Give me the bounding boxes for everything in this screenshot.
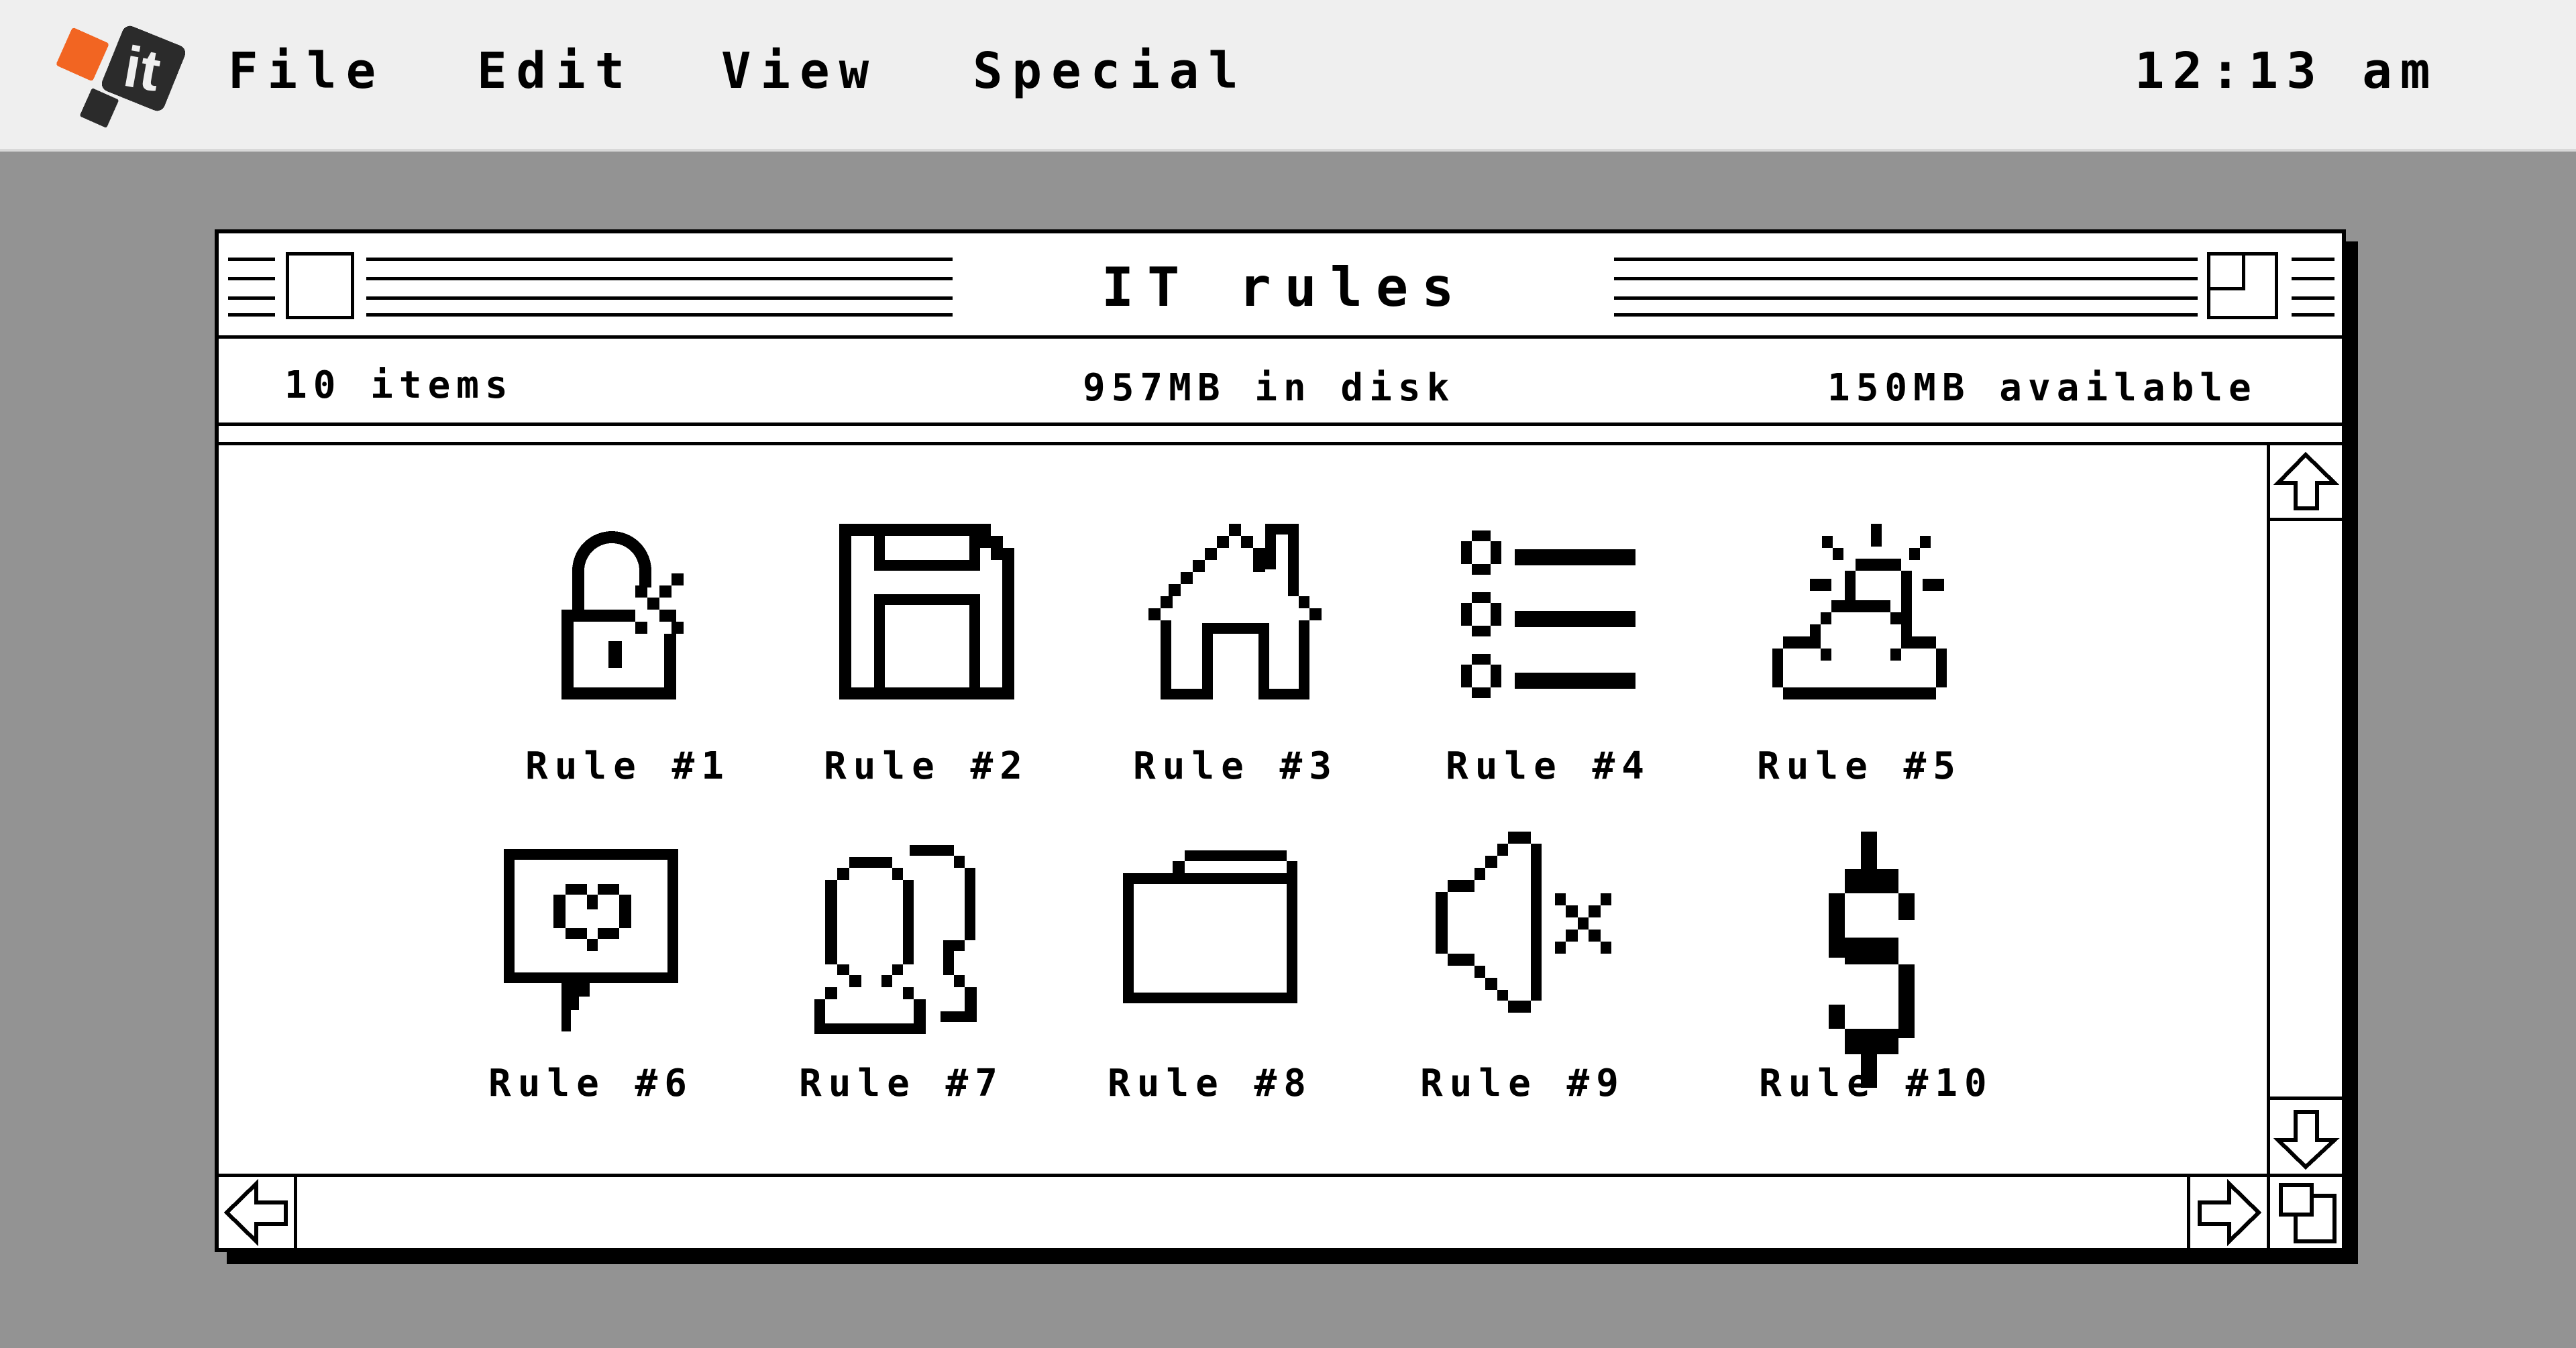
resize-icon <box>2279 1183 2337 1243</box>
disk-used: 957MB in disk <box>1083 366 1456 410</box>
finder-window: IT rules 10 items 957MB in disk 150MB av… <box>215 229 2346 1252</box>
resize-grow-box[interactable] <box>2267 1174 2342 1248</box>
info-bar: 10 items 957MB in disk 150MB available <box>219 339 2342 425</box>
icon-label: Rule #7 <box>798 1062 1004 1105</box>
list-icon <box>1461 530 1635 698</box>
icon-rule-5[interactable]: Rule #5 <box>1757 524 1960 788</box>
menu-view[interactable]: View <box>721 44 878 98</box>
floppy-disk-icon <box>839 524 1014 699</box>
menu-edit[interactable]: Edit <box>477 44 634 98</box>
title-stripes-right <box>1614 254 2255 317</box>
window-title: IT rules <box>1102 256 1468 319</box>
menu-special[interactable]: Special <box>973 44 1248 98</box>
vertical-scrollbar[interactable] <box>2267 445 2342 1177</box>
icon-label: Rule #10 <box>1759 1062 1994 1105</box>
disk-available: 150MB available <box>1827 366 2257 410</box>
horizontal-scrollbar[interactable] <box>219 1174 2267 1248</box>
icon-label: Rule #5 <box>1756 744 1962 788</box>
icon-rule-3[interactable]: Rule #3 <box>1133 524 1336 788</box>
title-bar[interactable]: IT rules <box>219 233 2342 335</box>
icon-rule-1[interactable]: Rule #1 <box>525 524 729 788</box>
scroll-down-button[interactable] <box>2270 1097 2342 1177</box>
icon-label: Rule #2 <box>823 744 1029 788</box>
scroll-up-button[interactable] <box>2270 445 2342 521</box>
icon-rule-8[interactable]: Rule #8 <box>1108 841 1311 1105</box>
partly-cloudy-icon <box>1772 524 1947 699</box>
apple-menu-logo[interactable]: it <box>40 13 201 134</box>
heart-message-icon <box>504 849 678 1031</box>
menu-file[interactable]: File <box>228 44 385 98</box>
icon-view: Rule #1 Rule #2 Rule #3 Rule #4 Rule #5 … <box>219 445 2267 1177</box>
dollar-icon <box>1829 832 1915 1088</box>
arrow-left-icon <box>223 1178 288 1247</box>
divider <box>219 423 2342 426</box>
icon-label: Rule #3 <box>1132 744 1338 788</box>
folder-icon <box>1123 850 1297 1003</box>
scroll-left-button[interactable] <box>219 1177 297 1248</box>
users-icon <box>814 845 977 1034</box>
arrow-down-icon <box>2273 1110 2340 1170</box>
zoom-box[interactable] <box>2207 252 2278 319</box>
arrow-right-icon <box>2198 1178 2262 1247</box>
icon-rule-9[interactable]: Rule #9 <box>1420 832 1623 1105</box>
icon-label: Rule #6 <box>488 1062 694 1105</box>
scroll-right-button[interactable] <box>2187 1177 2267 1248</box>
close-box[interactable] <box>286 252 354 319</box>
icon-label: Rule #1 <box>525 744 731 788</box>
icon-rule-4[interactable]: Rule #4 <box>1446 524 1649 788</box>
menu-bar: it File Edit View Special 12:13 am <box>0 0 2576 152</box>
it-logo-icon: it <box>56 25 186 127</box>
icon-label: Rule #8 <box>1107 1062 1313 1105</box>
items-count: 10 items <box>284 363 514 407</box>
home-icon <box>1148 524 1322 699</box>
icon-label: Rule #9 <box>1419 1062 1625 1105</box>
icon-rule-7[interactable]: Rule #7 <box>799 841 1002 1105</box>
icon-rule-2[interactable]: Rule #2 <box>824 524 1027 788</box>
title-stripes-far-right <box>2292 254 2334 317</box>
unlocked-padlock-icon <box>561 531 684 699</box>
icon-rule-6[interactable]: Rule #6 <box>488 841 692 1105</box>
mute-speaker-icon <box>1436 832 1611 1013</box>
icon-label: Rule #4 <box>1445 744 1651 788</box>
menu-clock[interactable]: 12:13 am <box>2135 44 2438 98</box>
arrow-up-icon <box>2273 451 2340 510</box>
icon-rule-10[interactable]: Rule #10 <box>1759 832 1987 1105</box>
